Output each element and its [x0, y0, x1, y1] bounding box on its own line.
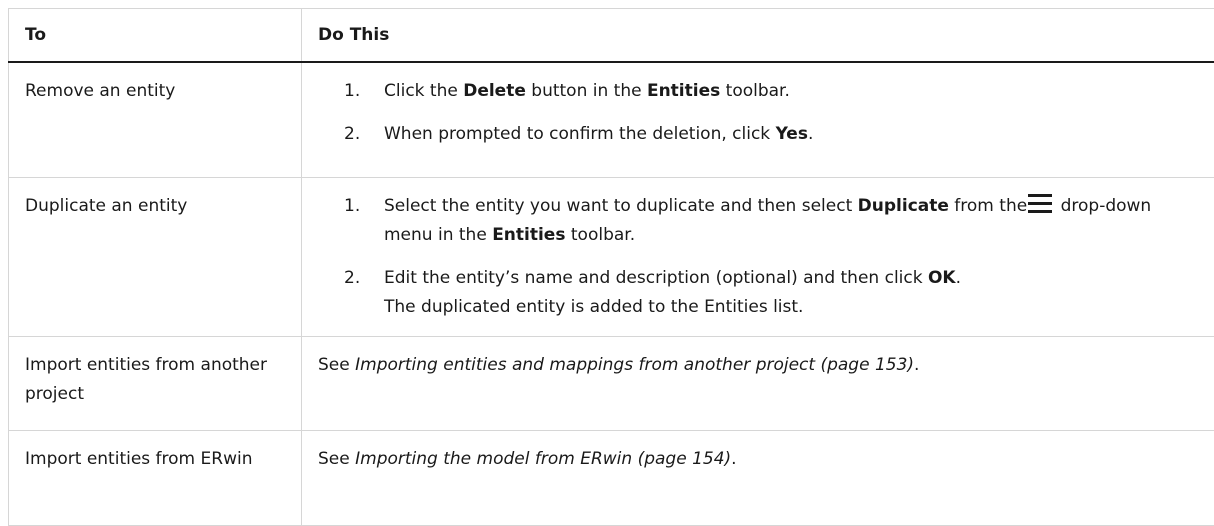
row-to-cell: Import entities from ERwin — [9, 431, 302, 526]
step-number: 1. — [344, 77, 360, 106]
table-row: Duplicate an entity 1. Select the entity… — [9, 178, 1214, 337]
cross-reference-link[interactable]: Importing entities and mappings from ano… — [355, 355, 914, 375]
header-do-this: Do This — [302, 9, 1214, 63]
step-number: 2. — [344, 120, 360, 149]
yes-option-ref: Yes — [776, 124, 808, 144]
steps-list: 1. Click the Delete button in the Entiti… — [318, 77, 1198, 149]
entities-actions-table: To Do This Remove an entity 1. Click the… — [8, 8, 1214, 526]
row-do-cell: 1. Select the entity you want to duplica… — [302, 178, 1214, 337]
step-item: 1. Click the Delete button in the Entiti… — [318, 77, 1198, 106]
row-do-cell: 1. Click the Delete button in the Entiti… — [302, 62, 1214, 178]
step-number: 1. — [344, 192, 360, 221]
entities-toolbar-ref: Entities — [492, 225, 565, 245]
table-header-row: To Do This — [9, 9, 1214, 63]
delete-button-ref: Delete — [463, 81, 526, 101]
step-item: 2. When prompted to confirm the deletion… — [318, 120, 1198, 149]
row-do-cell: See Importing the model from ERwin (page… — [302, 431, 1214, 526]
table-row: Import entities from another project See… — [9, 337, 1214, 431]
step-item: 1. Select the entity you want to duplica… — [318, 192, 1198, 250]
table-row: Import entities from ERwin See Importing… — [9, 431, 1214, 526]
entities-toolbar-ref: Entities — [647, 81, 720, 101]
ok-button-ref: OK — [928, 268, 956, 288]
row-do-cell: See Importing entities and mappings from… — [302, 337, 1214, 431]
hamburger-menu-icon — [1028, 194, 1052, 214]
step-item: 2. Edit the entity’s name and descriptio… — [318, 264, 1198, 322]
steps-list: 1. Select the entity you want to duplica… — [318, 192, 1198, 322]
row-to-cell: Remove an entity — [9, 62, 302, 178]
step-number: 2. — [344, 264, 360, 293]
row-to-cell: Duplicate an entity — [9, 178, 302, 337]
cross-reference-link[interactable]: Importing the model from ERwin (page 154… — [355, 449, 731, 469]
row-to-cell: Import entities from another project — [9, 337, 302, 431]
table-row: Remove an entity 1. Click the Delete but… — [9, 62, 1214, 178]
duplicate-option-ref: Duplicate — [858, 196, 949, 216]
header-to: To — [9, 9, 302, 63]
